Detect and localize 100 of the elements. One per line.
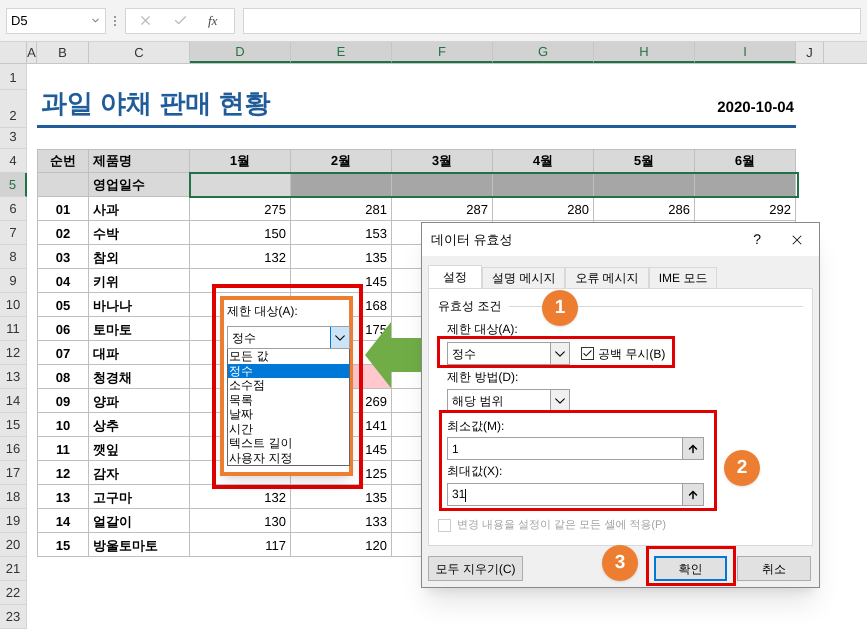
column-heading: 2월 [291,149,392,173]
collapse-button[interactable] [682,438,703,459]
column-heading: 4월 [493,149,594,173]
row-header[interactable]: 9 [0,269,27,293]
allow-dropdown[interactable]: 정수 [447,342,570,365]
minimum-field[interactable]: 1 [447,437,704,460]
table-cell: 11 [37,437,89,461]
table-cell: 281 [291,197,392,221]
checkbox-label: 공백 무시(B) [598,346,666,360]
column-heading: 1월 [190,149,291,173]
column-header[interactable]: G [493,42,594,63]
arrow-left-icon [365,322,421,388]
row-header[interactable]: 13 [0,365,27,389]
list-option[interactable]: 모든 값 [228,349,349,364]
chevron-down-icon [555,398,565,404]
table-cell: 방울토마토 [89,533,190,557]
type-dropdown[interactable]: 정수 [227,326,350,349]
table-cell: 얼갈이 [89,509,190,533]
table-cell: 130 [190,509,291,533]
arrow-up-icon [687,442,699,454]
table-cell: 사과 [89,197,190,221]
table-cell: 02 [37,221,89,245]
column-heading: 제품명 [89,149,190,173]
row-header[interactable]: 16 [0,437,27,461]
tab[interactable]: 설명 메시지 [482,267,566,288]
data-dropdown[interactable]: 해당 범위 [447,389,570,412]
table-cell: 292 [695,197,796,221]
table-cell: 04 [37,269,89,293]
table-cell: 280 [493,197,594,221]
table-cell: 10 [37,413,89,437]
column-header[interactable]: D [190,42,291,63]
row-header[interactable]: 2 [0,90,27,128]
column-header[interactable]: F [392,42,493,63]
insert-function-button[interactable]: fx [208,10,218,30]
clear-all-button[interactable]: 모두 지우기(C) [428,556,523,581]
help-button[interactable]: ? [753,229,761,250]
name-box[interactable]: D5 [6,8,106,34]
table-cell: 132 [190,485,291,509]
field-label: 최대값(X): [447,464,502,478]
row-header[interactable]: 23 [0,605,27,629]
ok-button[interactable]: 확인 [654,556,727,581]
checkbox[interactable] [581,347,594,360]
header-cell: 영업일수 [89,173,190,197]
header-cell [37,173,89,197]
table-cell: 286 [594,197,695,221]
column-header[interactable]: J [796,42,824,63]
column-header[interactable]: I [695,42,796,63]
row-header[interactable]: 18 [0,485,27,509]
formula-input[interactable] [243,8,861,34]
arrow-up-icon [687,488,699,500]
chevron-down-icon [555,350,565,356]
row-header[interactable]: 15 [0,413,27,437]
maximum-field[interactable]: 31 [447,483,704,506]
row-header[interactable]: 20 [0,533,27,557]
row-header[interactable]: 17 [0,461,27,485]
row-header[interactable]: 22 [0,581,27,605]
field-label: 제한 방법(D): [447,370,518,384]
column-header[interactable]: B [37,42,89,63]
row-header[interactable]: 4 [0,149,27,173]
collapse-button[interactable] [682,484,703,505]
row-header[interactable]: 11 [0,317,27,341]
row-header[interactable]: 5 [0,173,27,197]
table-cell: 133 [291,509,392,533]
row-header[interactable]: 14 [0,389,27,413]
table-cell: 287 [392,197,493,221]
table-cell: 145 [291,269,392,293]
row-header[interactable]: 10 [0,293,27,317]
row-header[interactable]: 7 [0,221,27,245]
table-cell: 07 [37,341,89,365]
table-cell: 05 [37,293,89,317]
table-cell: 120 [291,533,392,557]
list-option[interactable]: 정수 [228,364,349,378]
row-header[interactable]: 8 [0,245,27,269]
table-cell: 135 [291,245,392,269]
column-header[interactable]: H [594,42,695,63]
column-heading: 3월 [392,149,493,173]
table-cell: 08 [37,365,89,389]
field-label: 최소값(M): [447,419,504,433]
row-header[interactable]: 6 [0,197,27,221]
tab[interactable]: 오류 메시지 [565,267,649,288]
column-heading: 6월 [695,149,796,173]
column-header[interactable]: E [291,42,392,63]
row-header[interactable]: 1 [0,64,27,90]
tab[interactable]: 설정 [428,265,482,288]
table-cell: 14 [37,509,89,533]
column-header[interactable]: A [27,42,37,63]
row-header[interactable]: 12 [0,341,27,365]
table-cell: 참외 [89,245,190,269]
row-header[interactable]: 21 [0,557,27,581]
cancel-button[interactable]: 취소 [737,556,811,581]
table-cell: 153 [291,221,392,245]
table-cell: 01 [37,197,89,221]
row-header[interactable]: 3 [0,128,27,149]
table-cell: 06 [37,317,89,341]
column-heading: 5월 [594,149,695,173]
row-header[interactable]: 19 [0,509,27,533]
table-cell: 03 [37,245,89,269]
table-cell: 150 [190,221,291,245]
tab[interactable]: IME 모드 [648,267,718,288]
table-cell: 09 [37,389,89,413]
